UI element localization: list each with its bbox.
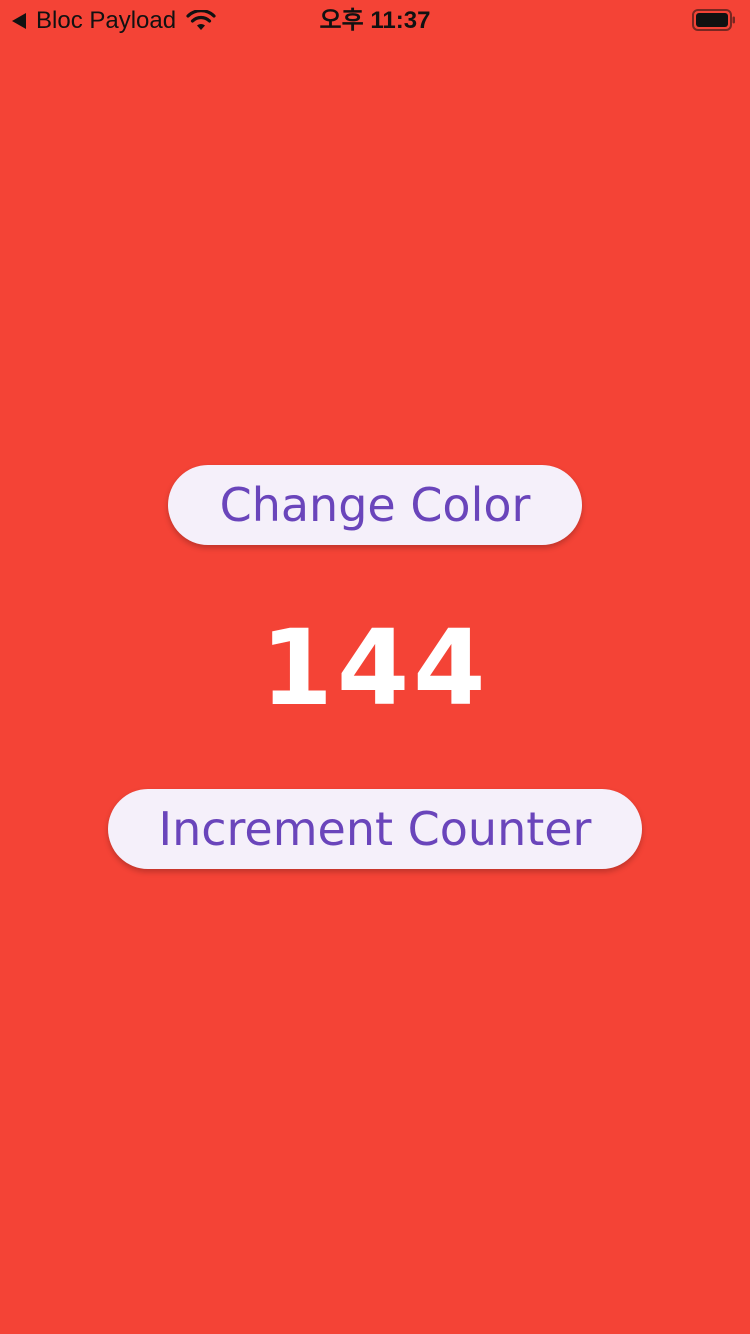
change-color-button[interactable]: Change Color <box>168 465 582 545</box>
app-screen: Bloc Payload 오후 11:37 Change Color 144 I… <box>0 0 750 1334</box>
status-bar: Bloc Payload 오후 11:37 <box>0 0 750 40</box>
battery-icon <box>692 9 735 31</box>
status-time: 오후 11:37 <box>319 7 431 34</box>
counter-value: 144 <box>260 607 490 729</box>
increment-counter-button[interactable]: Increment Counter <box>108 789 642 869</box>
